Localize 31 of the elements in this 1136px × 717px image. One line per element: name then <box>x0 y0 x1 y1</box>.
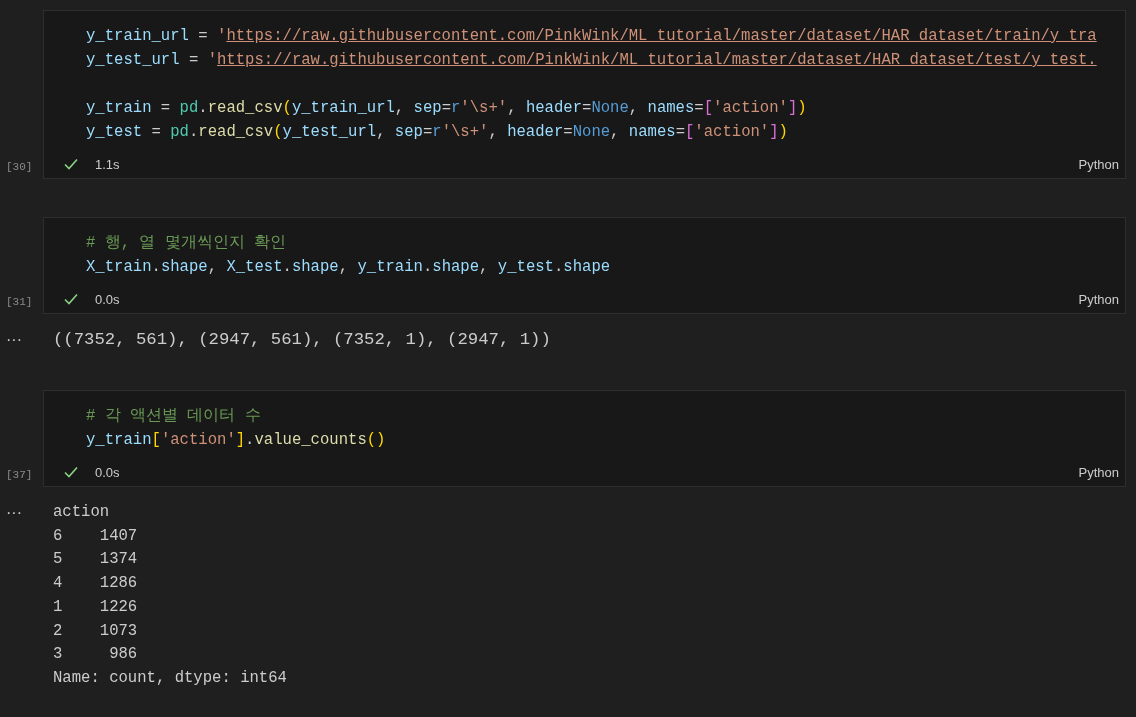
output-line: action <box>52 502 111 523</box>
code-cell[interactable]: # 각 액션별 데이터 수 y_train['action'].value_counts() 0.0s Python <box>43 390 1126 487</box>
code-cell[interactable] <box>43 10 1126 179</box>
code-comment: # 각 액션별 데이터 수 <box>86 406 261 427</box>
execution-count: [31] <box>5 296 34 310</box>
output-line: 3 986 <box>52 644 139 666</box>
language-label[interactable]: Python <box>1078 291 1119 307</box>
run-duration: 1.1s <box>95 156 120 172</box>
output-line: 5 1374 <box>52 549 139 571</box>
output-menu-button[interactable]: ··· <box>0 501 43 525</box>
execution-count: [30] <box>5 161 34 175</box>
run-duration: 0.0s <box>95 464 120 480</box>
output-menu-button[interactable]: ··· <box>0 328 43 352</box>
output-line: 2 1073 <box>52 620 139 642</box>
output-line: ((7352, 561), (2947, 561), (7352, 1), (2947, 1)) <box>52 329 551 351</box>
output-line: 4 1286 <box>52 573 139 595</box>
language-label[interactable]: Python <box>1078 464 1119 480</box>
code-line: X_train.shape, X_test.shape, y_train.shape, y_test.shape <box>86 257 611 278</box>
execution-count: [37] <box>5 469 34 483</box>
code-cell[interactable]: # 행, 열 몇개씩인지 확인 X_train.shape, X_test.shape, y_train.shape, y_test.shape 0.0s Python <box>43 217 1126 314</box>
code-line: y_train_url = 'https://raw.githubusercontent.com/PinkWink/ML_tutorial/master/dataset/HAR_dataset/train/y_tra <box>86 26 1097 47</box>
output-line: Name: count, dtype: int64 <box>52 667 287 689</box>
output-line: 1 1226 <box>52 596 139 618</box>
output-line: 6 1407 <box>52 525 139 547</box>
code-line: y_test = pd.read_csv(y_test_url, sep=r'\s+', header=None, names=['action']) <box>86 122 788 143</box>
code-line: y_train['action'].value_counts() <box>86 430 386 451</box>
code-comment: # 행, 열 몇개씩인지 확인 <box>86 233 287 254</box>
code-line: y_train = pd.read_csv(y_train_url, sep=r'\s+', header=None, names=['action']) <box>86 98 807 119</box>
code-line: y_test_url = 'https://raw.githubusercontent.com/PinkWink/ML_tutorial/master/dataset/HAR_dataset/test/y_test. <box>86 50 1097 71</box>
run-duration: 0.0s <box>95 291 120 307</box>
language-label[interactable]: Python <box>1078 156 1119 172</box>
